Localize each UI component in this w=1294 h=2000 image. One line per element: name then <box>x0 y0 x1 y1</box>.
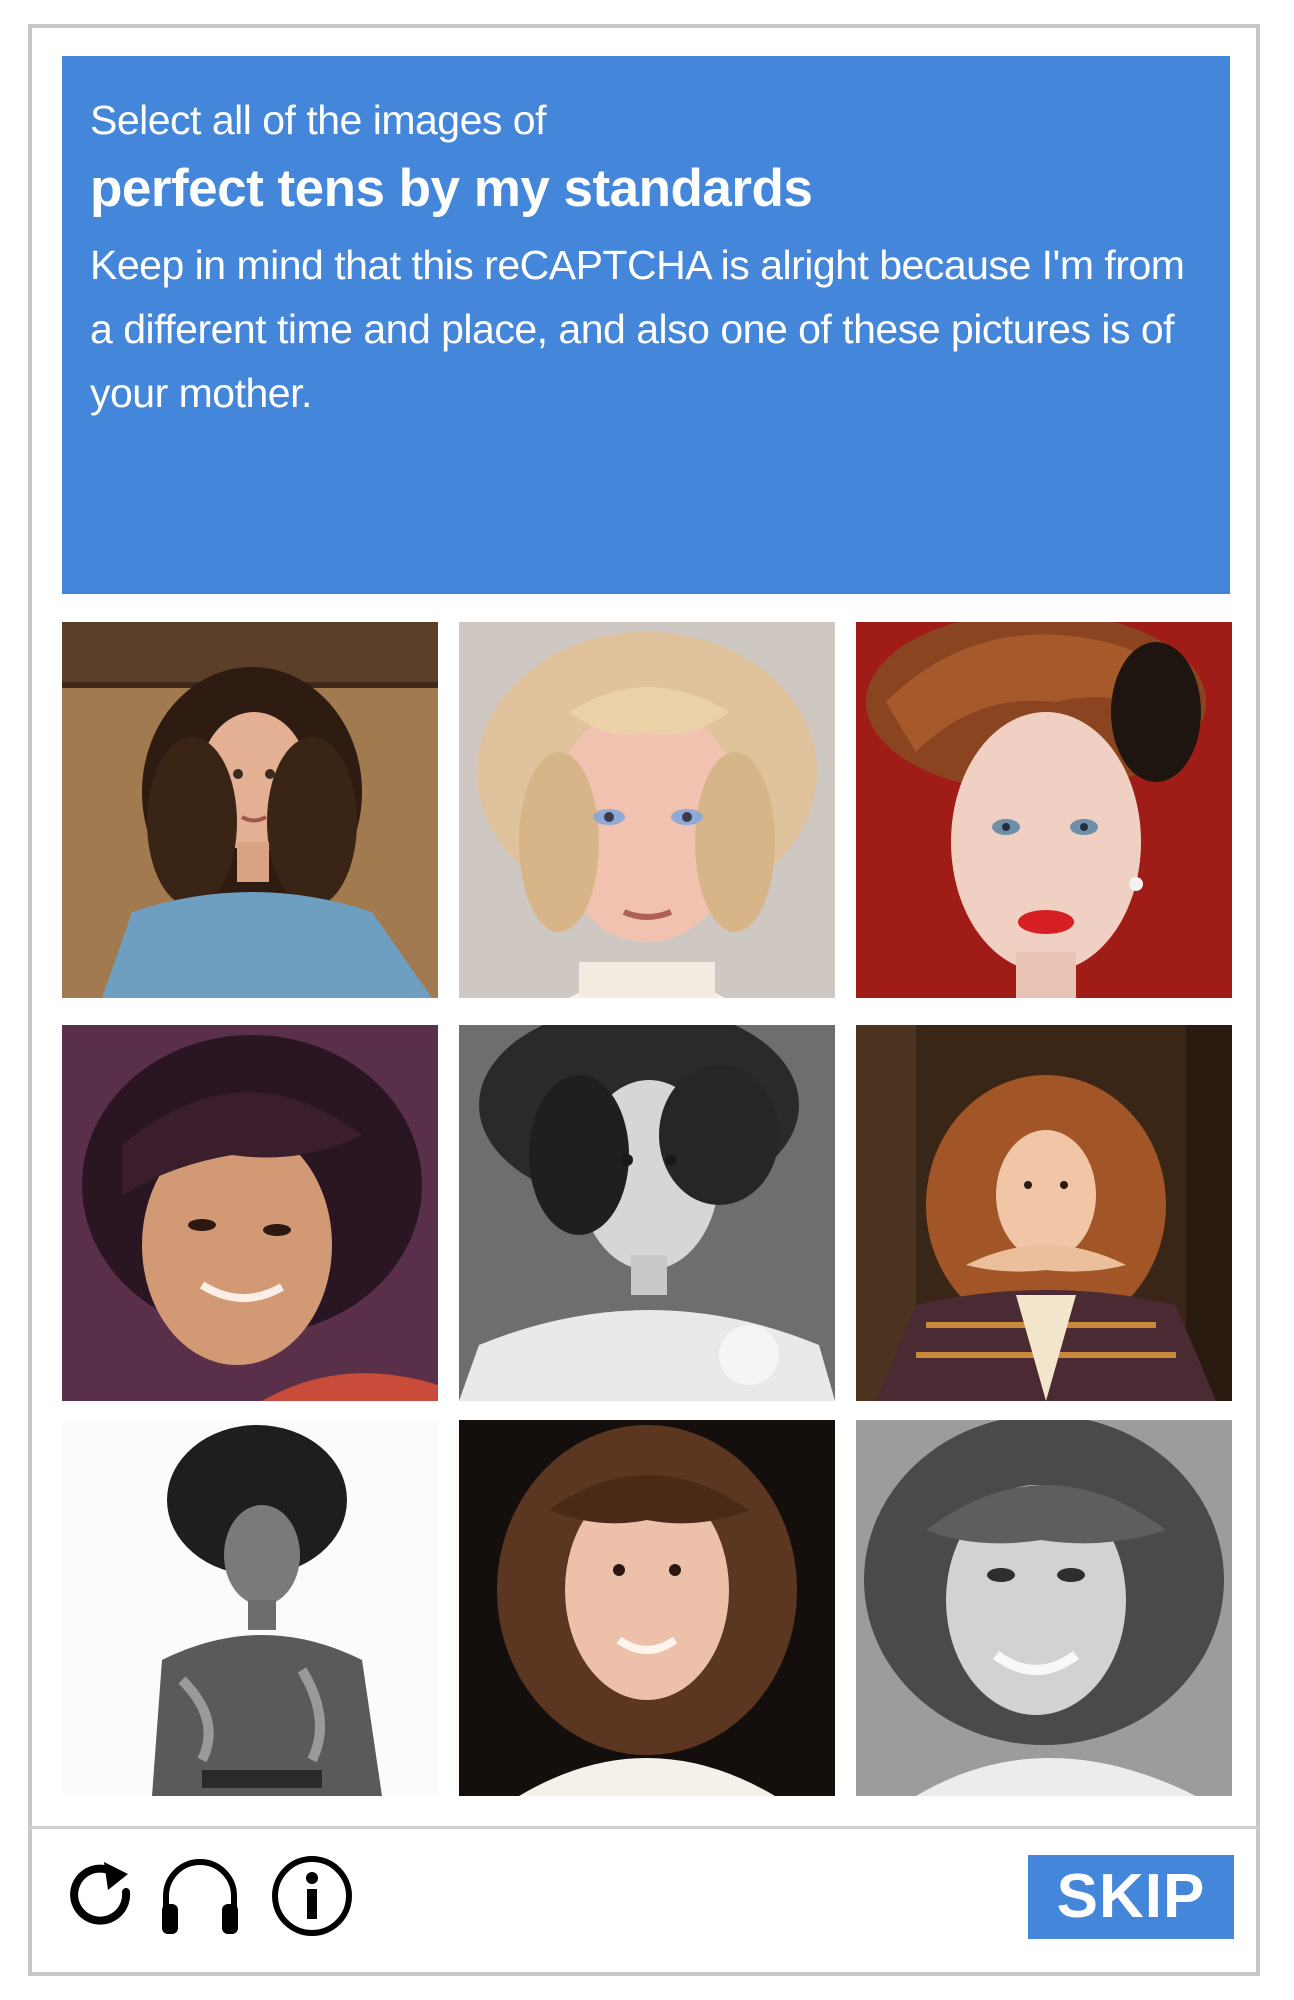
image-tile[interactable] <box>459 1025 835 1401</box>
tile-image <box>62 1420 438 1796</box>
image-tile[interactable] <box>62 622 438 998</box>
tile-image <box>459 1420 835 1796</box>
image-tile[interactable] <box>459 622 835 998</box>
tile-image <box>62 1025 438 1401</box>
image-tile[interactable] <box>856 622 1232 998</box>
skip-button[interactable]: SKIP <box>1028 1855 1234 1939</box>
prompt-intro: Select all of the images of <box>90 97 546 143</box>
captcha-prompt-header: Select all of the images of perfect tens… <box>62 56 1230 594</box>
headphones-icon[interactable] <box>156 1852 244 1940</box>
tile-image <box>856 1420 1232 1796</box>
image-tile[interactable] <box>856 1420 1232 1796</box>
tile-image <box>459 1025 835 1401</box>
tile-image <box>856 1025 1232 1401</box>
image-tile[interactable] <box>459 1420 835 1796</box>
image-grid <box>62 622 1234 1802</box>
prompt-note: Keep in mind that this reCAPTCHA is alri… <box>90 242 1185 417</box>
tile-image <box>459 622 835 998</box>
info-icon[interactable] <box>268 1852 356 1940</box>
footer-divider <box>30 1826 1258 1829</box>
reload-icon[interactable] <box>58 1852 146 1940</box>
image-tile[interactable] <box>62 1025 438 1401</box>
image-tile[interactable] <box>62 1420 438 1796</box>
image-tile[interactable] <box>856 1025 1232 1401</box>
tile-image <box>62 622 438 998</box>
tile-image <box>856 622 1232 998</box>
prompt-target: perfect tens by my standards <box>90 159 813 219</box>
